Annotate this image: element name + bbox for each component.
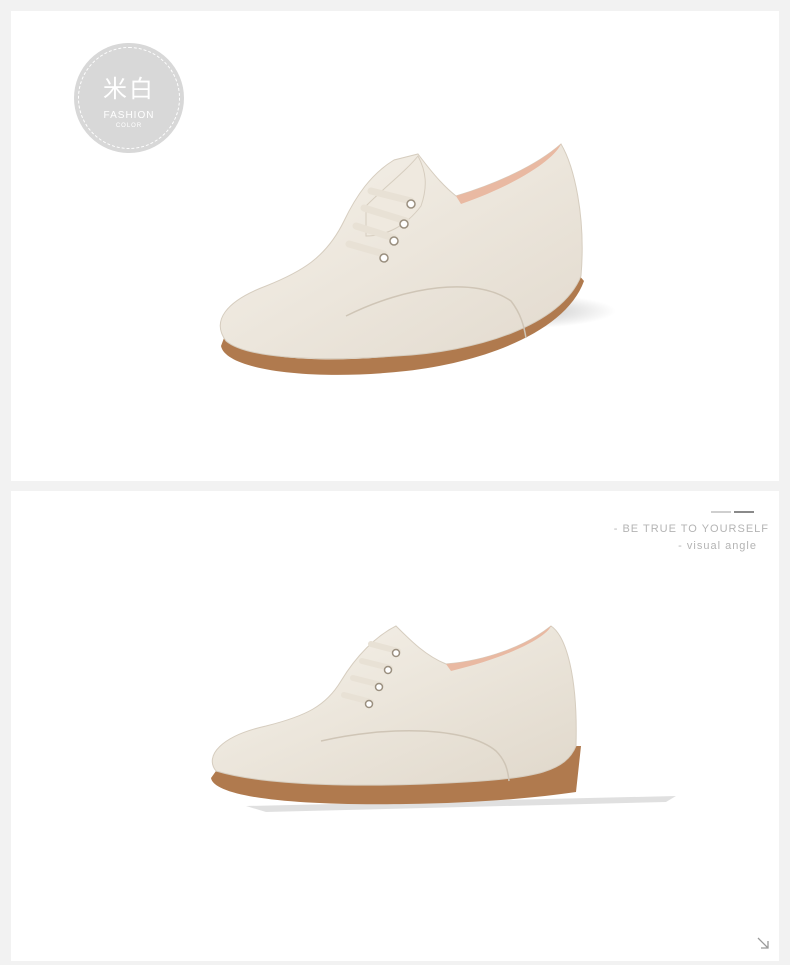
color-badge: 米白 FASHION COLOR: [74, 43, 184, 153]
arrow-down-right-icon[interactable]: [755, 935, 771, 951]
product-photo-panel-bottom: - BE TRUE TO YOURSELF - visual angle: [11, 491, 779, 961]
shoe-image-side-view: [211, 625, 676, 812]
caption-tagline: - BE TRUE TO YOURSELF: [613, 523, 769, 535]
caption-dash-light: [711, 511, 731, 513]
shoe-image-three-quarter: [219, 143, 616, 375]
color-name: 米白: [103, 75, 155, 103]
badge-sub-label: FASHION: [103, 110, 155, 121]
badge-sub-label-small: COLOR: [115, 123, 143, 129]
caption-dash-dark: [734, 511, 754, 513]
product-photo-panel-top: 米白 FASHION COLOR: [11, 11, 779, 481]
caption-subtitle: - visual angle: [678, 540, 757, 552]
